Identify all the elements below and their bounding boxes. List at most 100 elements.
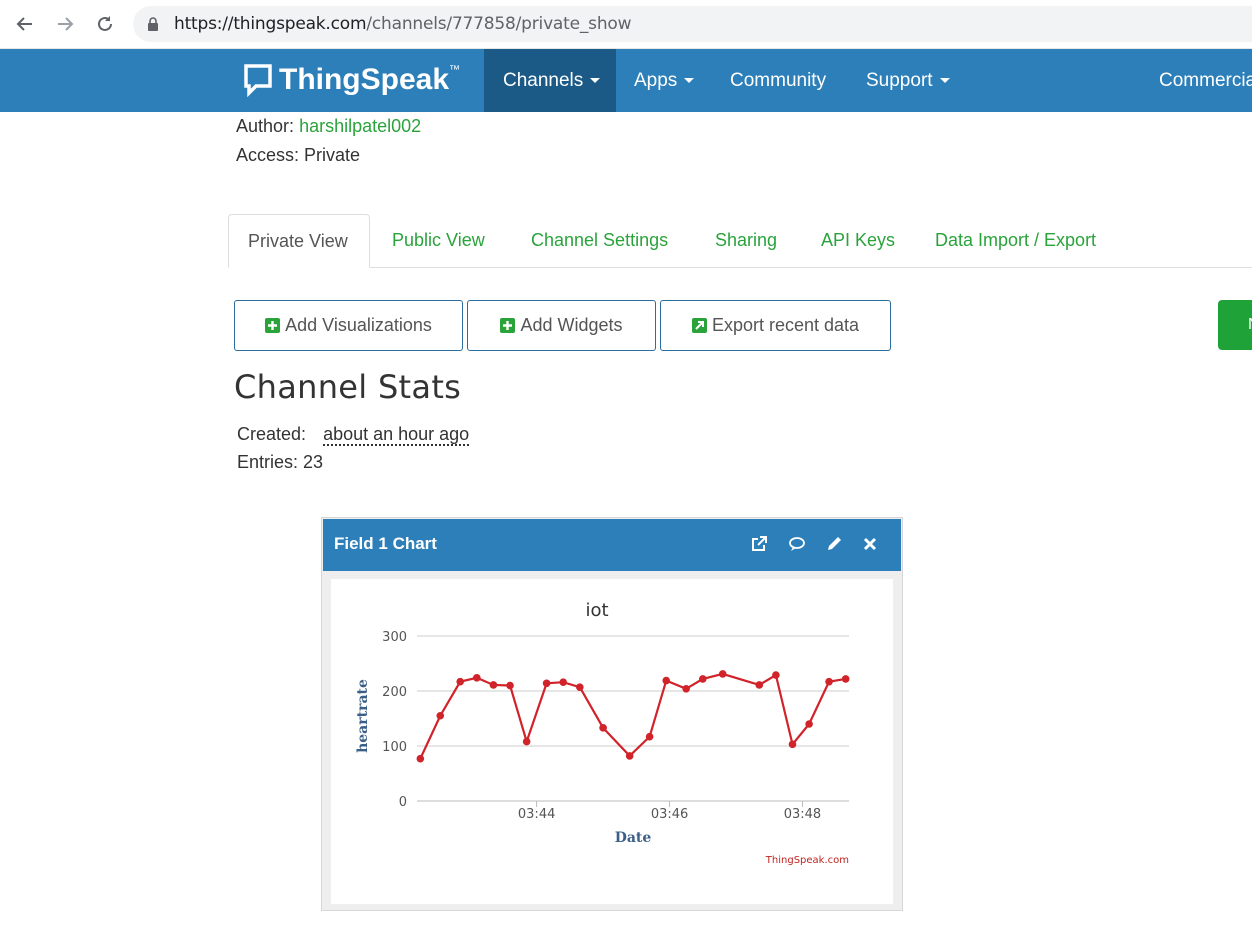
forward-button[interactable] [51, 10, 79, 38]
tab-private-view-label: Private View [248, 230, 348, 251]
y-tick-label: 200 [382, 685, 407, 700]
nav-support[interactable]: Support [866, 49, 950, 112]
data-point[interactable] [416, 754, 425, 763]
x-tick-label: 03:46 [651, 807, 688, 822]
data-point[interactable] [698, 675, 707, 683]
y-tick-label: 0 [399, 795, 407, 810]
access-line: Access: Private [236, 145, 360, 166]
author-link[interactable]: harshilpatel002 [299, 116, 421, 136]
data-point[interactable] [755, 681, 764, 689]
tab-sharing-label: Sharing [715, 230, 778, 250]
thingspeak-credit[interactable]: ThingSpeak.com [765, 855, 849, 866]
nav-channels[interactable]: Channels [484, 49, 616, 112]
lock-icon [148, 17, 158, 31]
pencil-icon[interactable] [824, 534, 844, 554]
data-point[interactable] [788, 740, 797, 749]
widget-body: 0 100 200 300 03:44 03:46 03:48 iot heartrate … [331, 579, 893, 904]
nav-apps[interactable]: Apps [634, 49, 695, 112]
data-point[interactable] [456, 677, 464, 686]
add-widgets-button[interactable]: Add Widgets [467, 300, 656, 351]
tab-data-import-export[interactable]: Data Import / Export [935, 214, 1096, 267]
nav-commercial[interactable]: Commercia [1159, 49, 1252, 112]
data-point[interactable] [489, 681, 498, 689]
open-external-icon[interactable] [749, 534, 769, 554]
trademark: ™ [449, 64, 461, 76]
data-point[interactable] [805, 720, 813, 728]
chart-title: iot [585, 600, 608, 621]
data-point[interactable] [718, 670, 727, 678]
data-point[interactable] [506, 681, 514, 690]
add-widgets-label: Add Widgets [520, 315, 623, 335]
y-axis-label: heartrate [355, 679, 371, 753]
url-path: /channels/777858/private_show [366, 14, 632, 34]
url-host: https://thingspeak.com [174, 14, 367, 34]
back-button[interactable] [11, 10, 39, 38]
comment-icon[interactable] [787, 534, 807, 554]
data-point[interactable] [542, 679, 551, 688]
nav-channels-label: Channels [503, 69, 584, 91]
nav-community-label: Community [730, 69, 827, 91]
add-visualizations-button[interactable]: Add Visualizations [234, 300, 463, 351]
caret-down-icon [684, 78, 695, 83]
entries-value: 23 [303, 452, 324, 472]
author-line: Author: harshilpatel002 [236, 116, 421, 137]
data-point[interactable] [599, 724, 607, 732]
data-point[interactable] [645, 732, 654, 741]
access-value: Private [304, 145, 361, 165]
tab-public-view-label: Public View [392, 230, 485, 250]
y-tick-label: 100 [382, 740, 407, 755]
field-1-chart-widget: Field 1 Chart 0 100 200 300 03:44 03:46 03:48 … [321, 517, 903, 911]
y-tick-label: 300 [382, 630, 407, 645]
entries-label: Entries: [237, 452, 299, 472]
export-recent-data-label: Export recent data [711, 315, 860, 335]
caret-down-icon [939, 78, 950, 83]
caret-down-icon [590, 78, 601, 83]
data-point[interactable] [772, 671, 780, 679]
x-tick-label: 03:48 [784, 807, 821, 822]
access-label: Access: [236, 145, 300, 165]
close-icon[interactable] [860, 534, 880, 554]
data-point[interactable] [682, 685, 690, 693]
nav-commercial-label: Commercia [1159, 69, 1252, 91]
tab-channel-settings[interactable]: Channel Settings [531, 214, 668, 267]
nav-community[interactable]: Community [730, 49, 826, 112]
url-text: https://thingspeak.com/channels/777858/p… [174, 14, 632, 34]
author-label: Author: [236, 116, 295, 136]
partial-green-button[interactable]: N [1218, 300, 1252, 350]
data-point[interactable] [473, 674, 481, 682]
add-visualizations-label: Add Visualizations [285, 315, 432, 335]
reload-button[interactable] [91, 10, 119, 38]
site-navbar: ThingSpeak ™ Channels Apps Community Supp… [0, 49, 1252, 112]
data-point[interactable] [576, 683, 584, 691]
entries-line: Entries: 23 [237, 452, 323, 473]
address-bar[interactable]: https://thingspeak.com/channels/777858/p… [133, 6, 1252, 42]
data-point[interactable] [841, 675, 850, 683]
widget-title: Field 1 Chart [334, 534, 437, 553]
data-point[interactable] [436, 711, 445, 720]
created-value: about an hour ago [323, 424, 470, 446]
tab-data-import-export-label: Data Import / Export [935, 230, 1097, 250]
tab-public-view[interactable]: Public View [392, 214, 485, 267]
nav-support-label: Support [866, 69, 933, 91]
thingspeak-logo[interactable]: ThingSpeak ™ [243, 62, 460, 98]
external-link-square-icon [691, 318, 707, 333]
data-point[interactable] [625, 752, 634, 760]
channel-stats-heading: Channel Stats [234, 368, 462, 406]
data-point[interactable] [522, 737, 531, 746]
x-tick-label: 03:44 [518, 807, 555, 822]
export-recent-data-button[interactable]: Export recent data [660, 300, 891, 351]
heartrate-line-chart: 010020030003:44 03:46 03:48 iot heartrate … [355, 600, 850, 866]
tab-sharing[interactable]: Sharing [715, 214, 777, 267]
tab-api-keys[interactable]: API Keys [821, 214, 895, 267]
data-point[interactable] [825, 677, 833, 686]
back-arrow-icon [16, 17, 32, 31]
tab-divider [228, 267, 1252, 268]
data-point[interactable] [662, 676, 671, 685]
browser-toolbar: https://thingspeak.com/channels/777858/p… [0, 0, 1252, 49]
speech-bubble-icon [244, 64, 272, 97]
data-point[interactable] [559, 678, 568, 686]
forward-arrow-icon [58, 17, 74, 31]
created-label: Created: [237, 424, 307, 444]
tab-private-view[interactable]: Private View [228, 214, 370, 268]
tab-api-keys-label: API Keys [821, 230, 896, 250]
